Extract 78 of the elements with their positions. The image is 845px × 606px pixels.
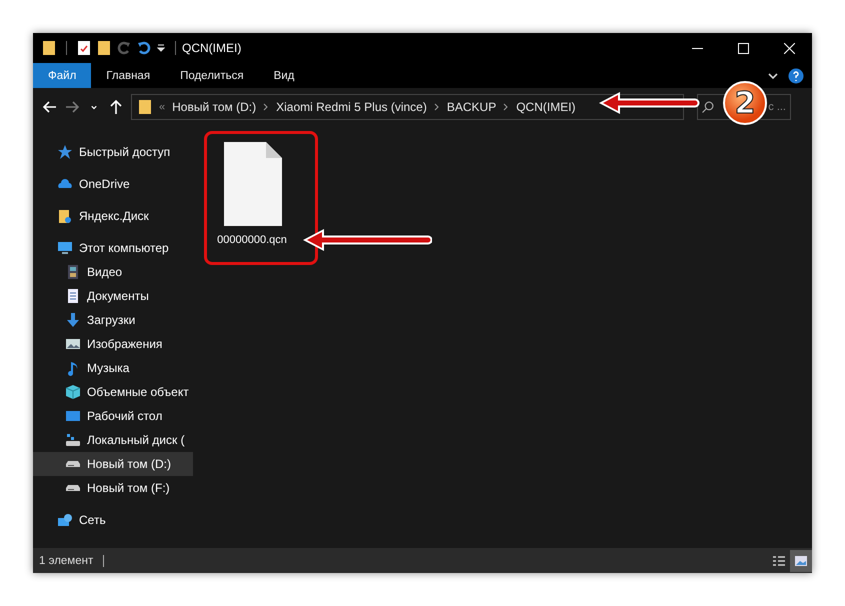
list-icon [772, 554, 786, 568]
pictures-icon [65, 336, 81, 352]
download-icon [65, 312, 81, 328]
sidebar-item[interactable]: Локальный диск ( [33, 428, 193, 452]
sidebar-label: Загрузки [87, 313, 136, 327]
close-icon [784, 42, 794, 54]
maximize-icon [738, 42, 748, 54]
up-arrow-icon [108, 99, 124, 115]
sidebar-item[interactable]: Видео [33, 260, 193, 284]
drive-icon [65, 484, 81, 492]
sidebar-label: Быстрый доступ [79, 145, 170, 159]
sidebar-label: Локальный диск ( [87, 433, 185, 447]
sidebar-label: Новый том (F:) [87, 481, 170, 495]
sidebar-label: Рабочий стол [87, 409, 162, 423]
sidebar-item[interactable]: Музыка [33, 356, 193, 380]
sidebar-item[interactable]: Яндекс.Диск [33, 204, 193, 228]
sidebar-label: Документы [87, 289, 149, 303]
docs-icon [65, 288, 81, 304]
drive-icon [65, 460, 81, 468]
search-icon [702, 101, 714, 113]
video-icon [65, 264, 81, 280]
sidebar-label: Видео [87, 265, 122, 279]
objects-icon [65, 384, 81, 400]
ribbon-tab[interactable]: Файл [33, 63, 92, 88]
breadcrumb[interactable]: Xiaomi Redmi 5 Plus (vince) [276, 100, 427, 114]
image-icon [794, 554, 808, 568]
large-icons-view-button[interactable] [790, 550, 812, 572]
file-name[interactable]: 00000000.qcn [217, 234, 287, 246]
breadcrumb[interactable]: BACKUP [446, 100, 496, 114]
sidebar-label: OneDrive [79, 177, 130, 191]
sidebar-label: Музыка [87, 361, 130, 375]
undo-icon[interactable] [137, 40, 151, 56]
sidebar-item[interactable]: Быстрый доступ [33, 140, 193, 164]
localdisk-icon [65, 432, 81, 448]
properties-icon[interactable] [77, 40, 91, 56]
left-arrow-icon [42, 99, 58, 115]
ribbon-tab[interactable]: Поделиться [165, 63, 259, 88]
network-icon [57, 512, 73, 528]
sidebar-item[interactable]: Сеть [33, 508, 193, 532]
chevron-icon[interactable] [263, 103, 270, 111]
sidebar-item[interactable]: Новый том (D:) [33, 452, 193, 476]
chevron-icon[interactable] [768, 70, 778, 80]
redo-icon[interactable] [117, 40, 131, 56]
sidebar-label: Этот компьютер [79, 241, 169, 255]
sidebar-item[interactable]: Документы [33, 284, 193, 308]
sidebar-label: Сеть [79, 513, 106, 527]
sidebar-item[interactable]: Изображения [33, 332, 193, 356]
desktop-icon [65, 408, 81, 424]
new-folder-icon[interactable] [97, 40, 111, 56]
sidebar-label: Изображения [87, 337, 162, 351]
chevron-icon[interactable] [434, 103, 440, 111]
breadcrumb[interactable]: Новый том (D:) [172, 100, 256, 114]
help-icon[interactable] [788, 68, 804, 84]
sidebar-label: Яндекс.Диск [79, 209, 149, 223]
ribbon-tab[interactable]: Вид [258, 63, 310, 88]
search-field[interactable]: с ... [768, 101, 786, 113]
sidebar-item[interactable]: OneDrive [33, 172, 193, 196]
sidebar-item[interactable]: Рабочий стол [33, 404, 193, 428]
sidebar-item[interactable]: Этот компьютер [33, 236, 193, 260]
folder-icon[interactable] [42, 40, 56, 56]
overflow-mark[interactable]: « [159, 101, 166, 113]
folder-icon [57, 208, 73, 224]
folder-icon [138, 99, 152, 115]
breadcrumb[interactable]: QCN(IMEI) [516, 100, 576, 114]
address-bar[interactable]: « Новый том (D:) Xiaomi Redmi 5 Plus (vince) BACKUP QCN(IMEI) [131, 94, 684, 120]
sidebar-item[interactable]: Новый том (F:) [33, 476, 193, 500]
sidebar-item[interactable]: Объемные объект [33, 380, 193, 404]
chevron-icon[interactable] [503, 103, 510, 111]
item-count: 1 элемент [39, 554, 104, 566]
customize-icon[interactable] [157, 44, 165, 52]
window-title: QCN(IMEI) [182, 41, 242, 55]
sidebar-label: Объемные объект [87, 385, 189, 399]
right-arrow-icon [64, 99, 80, 115]
sidebar-label: Новый том (D:) [87, 457, 171, 471]
ribbon-tab[interactable]: Главная [91, 63, 166, 88]
sidebar-item[interactable]: Загрузки [33, 308, 193, 332]
computer-icon [57, 240, 73, 256]
star-icon [57, 144, 73, 160]
